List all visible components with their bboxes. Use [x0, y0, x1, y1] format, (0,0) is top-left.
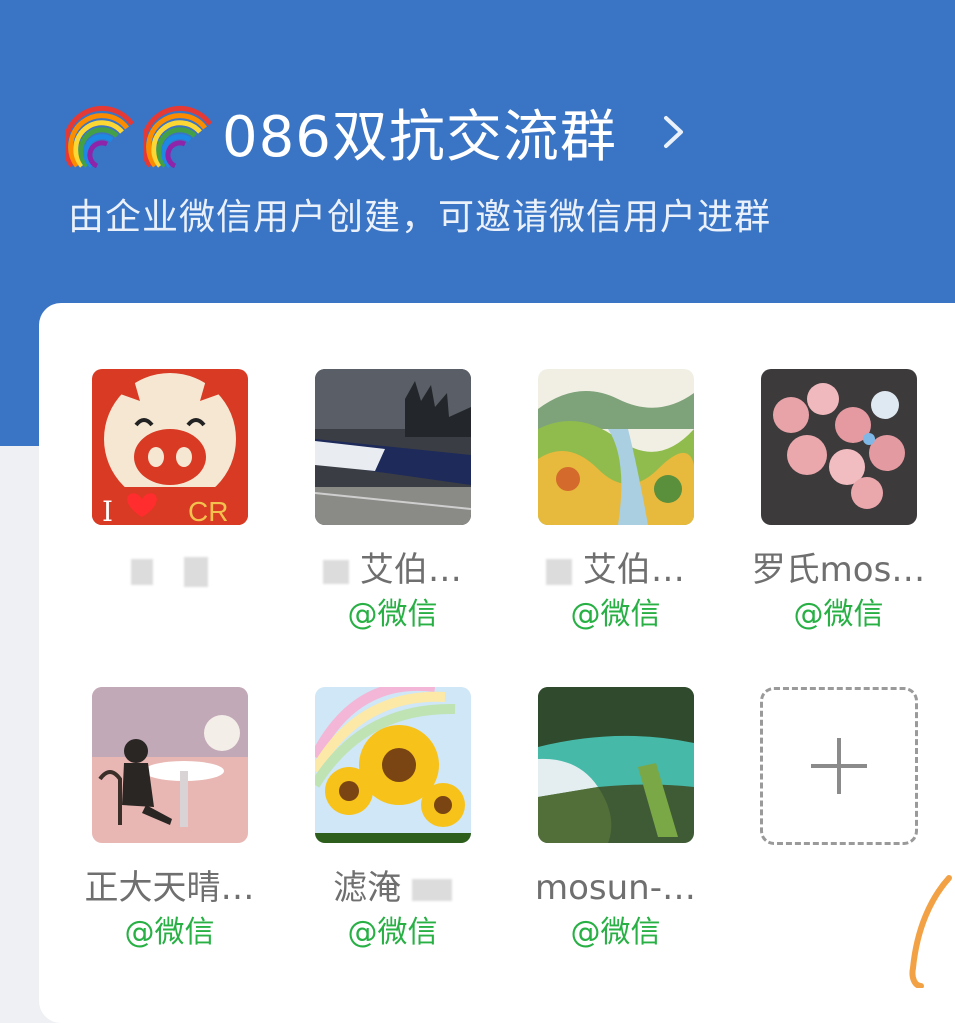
member-tag	[58, 593, 281, 637]
member-tag: @微信	[124, 915, 215, 950]
group-subtitle: 由企业微信用户创建，可邀请微信用户进群	[68, 197, 772, 238]
member-name: 滤淹	[281, 865, 504, 911]
sunflower-photo	[314, 687, 471, 843]
member-tag: @微信	[347, 597, 438, 632]
add-member-item[interactable]	[727, 687, 950, 845]
rainbow-icon	[66, 105, 135, 168]
member-name: 艾伯…	[281, 547, 504, 593]
train-photo	[314, 369, 471, 525]
pig-icon: I CR	[91, 369, 248, 525]
add-member-button[interactable]	[759, 687, 918, 845]
member-tag: @微信	[570, 915, 661, 950]
member-item[interactable]: 罗氏mos… @微信	[727, 369, 950, 637]
member-name	[58, 547, 281, 593]
avatar[interactable]	[91, 687, 248, 843]
member-item[interactable]: 艾伯… @微信	[281, 369, 504, 637]
cafe-illustration	[91, 687, 248, 843]
avatar[interactable]	[314, 369, 471, 525]
avatar[interactable]	[314, 687, 471, 843]
waterfall-photo	[537, 687, 694, 843]
member-item[interactable]: I CR	[58, 369, 281, 637]
rainbow-icon	[144, 105, 213, 168]
group-name: 086双抗交流群	[222, 104, 617, 170]
member-name: mosun-…	[534, 868, 696, 908]
roses-photo	[760, 369, 917, 525]
member-tag: @微信	[347, 915, 438, 950]
group-title-row[interactable]: 086双抗交流群	[66, 96, 687, 170]
avatar[interactable]: I CR	[91, 369, 248, 525]
member-name: 罗氏mos…	[751, 550, 926, 590]
scribble-mark	[909, 875, 952, 988]
landscape-painting	[537, 369, 694, 525]
plus-icon	[810, 738, 867, 794]
member-item[interactable]: 正大天晴… @微信	[58, 687, 281, 955]
member-item[interactable]: mosun-… @微信	[504, 687, 727, 955]
pig-avatar-text-right: CR	[188, 496, 228, 525]
avatar[interactable]	[760, 369, 917, 525]
member-name: 正大天晴…	[84, 868, 255, 908]
member-name: 艾伯…	[504, 547, 727, 593]
pig-avatar-text-left: I	[102, 495, 113, 525]
member-tag: @微信	[570, 597, 661, 632]
member-item[interactable]: 艾伯… @微信	[504, 369, 727, 637]
avatar[interactable]	[537, 687, 694, 843]
member-tag: @微信	[793, 597, 884, 632]
chevron-right-icon[interactable]	[661, 112, 687, 152]
member-item[interactable]: 滤淹 @微信	[281, 687, 504, 955]
avatar[interactable]	[537, 369, 694, 525]
